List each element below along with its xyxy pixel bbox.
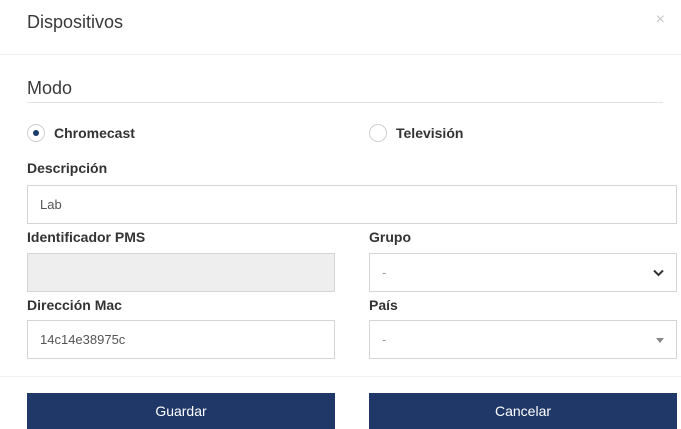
close-icon[interactable]: × [656, 11, 665, 29]
radio-unchecked-icon[interactable] [369, 124, 387, 142]
section-title: Modo [27, 78, 73, 98]
radio-television[interactable]: Televisión [369, 124, 463, 142]
grupo-value: - [382, 265, 387, 280]
radio-chromecast-label: Chromecast [54, 125, 135, 141]
save-button[interactable]: Guardar [27, 393, 335, 429]
pais-select[interactable]: - [369, 320, 677, 359]
radio-checked-icon[interactable] [27, 124, 45, 142]
identificador-pms-input [27, 253, 335, 292]
direccion-mac-label: Dirección Mac [27, 297, 122, 313]
descripcion-input[interactable]: Lab [27, 185, 677, 224]
caret-down-icon [656, 335, 664, 345]
pais-label: País [369, 297, 398, 313]
radio-television-label: Televisión [396, 125, 464, 141]
section-divider [27, 102, 663, 103]
descripcion-value: Lab [40, 197, 62, 212]
direccion-mac-input[interactable]: 14c14e38975c [27, 320, 335, 359]
chevron-down-icon [653, 266, 664, 280]
direccion-mac-value: 14c14e38975c [40, 332, 126, 347]
footer-divider [0, 376, 681, 377]
grupo-select[interactable]: - [369, 253, 677, 292]
identificador-pms-label: Identificador PMS [27, 229, 146, 245]
descripcion-label: Descripción [27, 160, 108, 176]
grupo-label: Grupo [369, 229, 411, 245]
pais-value: - [382, 332, 387, 347]
header-divider [0, 54, 681, 55]
cancel-button[interactable]: Cancelar [369, 393, 677, 429]
radio-chromecast[interactable]: Chromecast [27, 124, 135, 142]
modal-title: Dispositivos [27, 12, 124, 32]
